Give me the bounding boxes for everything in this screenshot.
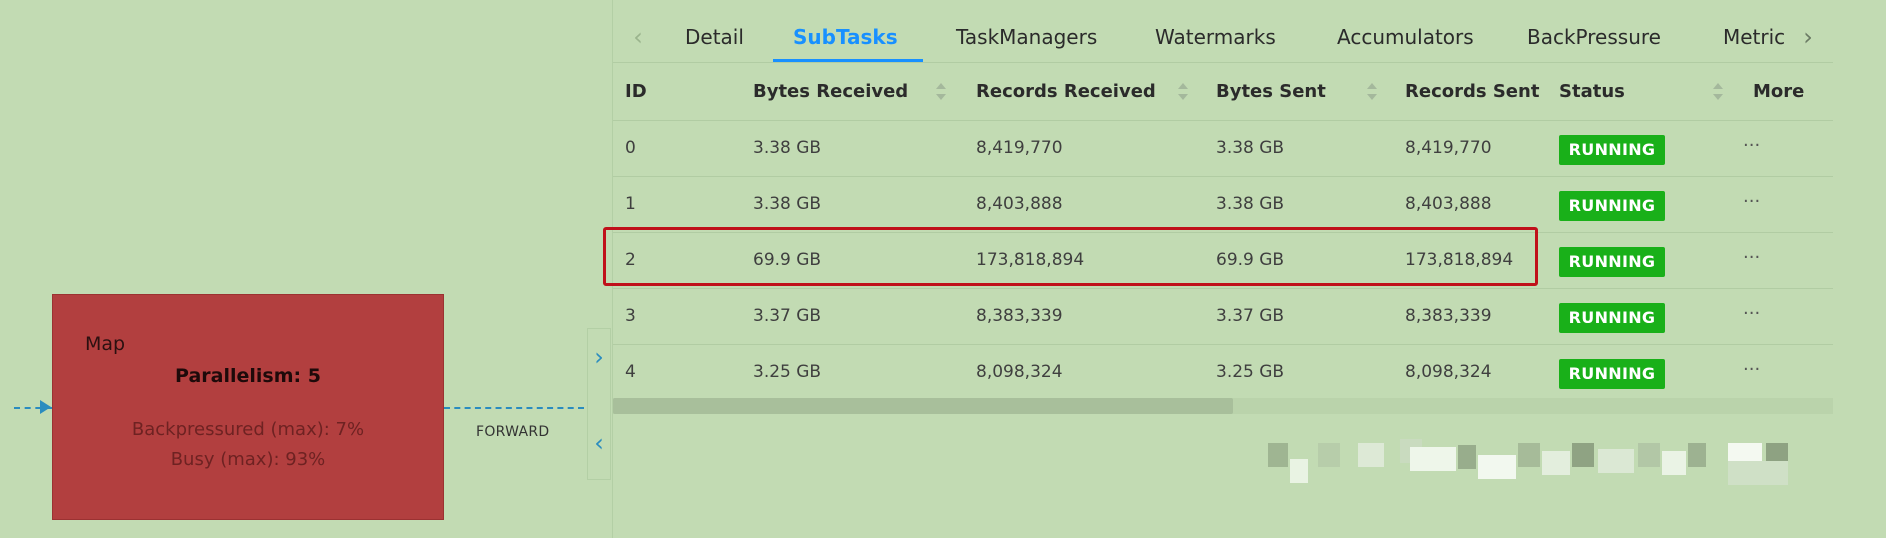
horizontal-scrollbar[interactable]: [613, 398, 1833, 414]
cell-records-received: 8,403,888: [976, 194, 1063, 214]
cell-bytes-sent: 3.37 GB: [1216, 306, 1285, 326]
job-graph-canvas[interactable]: Map Parallelism: 5 Backpressured (max): …: [0, 0, 612, 538]
status-badge: RUNNING: [1559, 359, 1665, 389]
sort-bytes-received-icon[interactable]: [936, 83, 946, 101]
col-bytes-received[interactable]: Bytes Received: [753, 63, 908, 120]
tab-next-icon[interactable]: ›: [1793, 12, 1823, 62]
node-parallelism: Parallelism: 5: [175, 365, 321, 387]
cell-records-received: 8,098,324: [976, 362, 1063, 382]
cell-id: 1: [625, 194, 636, 214]
map-operator-node[interactable]: Map Parallelism: 5 Backpressured (max): …: [52, 294, 444, 520]
tab-metric[interactable]: Metric: [1723, 12, 1785, 62]
more-actions-icon[interactable]: ···: [1743, 289, 1760, 344]
cell-records-sent: 8,383,339: [1405, 306, 1492, 326]
more-actions-icon[interactable]: ···: [1743, 233, 1760, 288]
status-badge: RUNNING: [1559, 303, 1665, 333]
cell-records-received: 8,383,339: [976, 306, 1063, 326]
cell-bytes-sent: 3.25 GB: [1216, 362, 1285, 382]
col-records-sent[interactable]: Records Sent: [1405, 63, 1539, 120]
table-row[interactable]: 1 3.38 GB 8,403,888 3.38 GB 8,403,888 RU…: [613, 177, 1833, 233]
cell-records-received: 173,818,894: [976, 250, 1085, 270]
status-badge: RUNNING: [1559, 247, 1665, 277]
tab-watermarks[interactable]: Watermarks: [1155, 12, 1276, 62]
cell-bytes-received: 3.25 GB: [753, 362, 822, 382]
col-status[interactable]: Status: [1559, 63, 1625, 120]
cell-records-sent: 8,098,324: [1405, 362, 1492, 382]
cell-records-sent: 8,419,770: [1405, 138, 1492, 158]
panel-toggle-strip: › ‹: [587, 328, 611, 480]
cell-bytes-received: 3.37 GB: [753, 306, 822, 326]
incoming-edge-arrow-icon: [40, 400, 51, 414]
cell-bytes-sent: 69.9 GB: [1216, 250, 1285, 270]
table-row[interactable]: 3 3.37 GB 8,383,339 3.37 GB 8,383,339 RU…: [613, 289, 1833, 345]
col-more: More: [1753, 81, 1805, 102]
col-records-received[interactable]: Records Received: [976, 63, 1156, 120]
status-badge: RUNNING: [1559, 191, 1665, 221]
table-row[interactable]: 2 69.9 GB 173,818,894 69.9 GB 173,818,89…: [613, 233, 1833, 289]
sort-status-icon[interactable]: [1713, 83, 1723, 101]
tab-subtasks[interactable]: SubTasks: [793, 12, 898, 62]
collapse-chevron-icon[interactable]: ‹: [588, 425, 610, 461]
more-actions-icon[interactable]: ···: [1743, 121, 1760, 176]
cell-records-received: 8,419,770: [976, 138, 1063, 158]
expand-chevron-icon[interactable]: ›: [588, 339, 610, 375]
cell-id: 0: [625, 138, 636, 158]
more-actions-icon[interactable]: ···: [1743, 177, 1760, 232]
cell-records-sent: 8,403,888: [1405, 194, 1492, 214]
tab-prev-icon[interactable]: ‹: [623, 12, 653, 62]
col-bytes-sent[interactable]: Bytes Sent: [1216, 63, 1326, 120]
tab-accumulators[interactable]: Accumulators: [1337, 12, 1474, 62]
edge-label: FORWARD: [476, 424, 550, 440]
cell-bytes-received: 3.38 GB: [753, 138, 822, 158]
cell-id: 3: [625, 306, 636, 326]
cell-bytes-received: 69.9 GB: [753, 250, 822, 270]
col-id[interactable]: ID: [625, 63, 647, 120]
tab-taskmanagers[interactable]: TaskManagers: [956, 12, 1097, 62]
table-row[interactable]: 4 3.25 GB 8,098,324 3.25 GB 8,098,324 RU…: [613, 345, 1833, 401]
node-title: Map: [85, 333, 126, 355]
cell-bytes-received: 3.38 GB: [753, 194, 822, 214]
cell-id: 2: [625, 250, 636, 270]
status-badge: RUNNING: [1559, 135, 1665, 165]
tab-backpressure[interactable]: BackPressure: [1527, 12, 1661, 62]
cell-bytes-sent: 3.38 GB: [1216, 194, 1285, 214]
scrollbar-thumb[interactable]: [613, 398, 1233, 414]
tab-detail[interactable]: Detail: [685, 12, 744, 62]
sort-bytes-sent-icon[interactable]: [1367, 83, 1377, 101]
outgoing-edge-line: [444, 407, 584, 409]
cell-id: 4: [625, 362, 636, 382]
table-row[interactable]: 0 3.38 GB 8,419,770 3.38 GB 8,419,770 RU…: [613, 121, 1833, 177]
cell-bytes-sent: 3.38 GB: [1216, 138, 1285, 158]
node-busy: Busy (max): 93%: [170, 449, 326, 470]
more-actions-icon[interactable]: ···: [1743, 345, 1760, 400]
cell-records-sent: 173,818,894: [1405, 250, 1514, 270]
node-backpressured: Backpressured (max): 7%: [131, 419, 365, 440]
pixelated-watermark: [1268, 425, 1842, 487]
active-tab-indicator: [773, 59, 923, 62]
sort-records-received-icon[interactable]: [1178, 83, 1188, 101]
subtasks-table: ID Bytes Received Records Received Bytes…: [613, 63, 1833, 401]
tab-bar: ‹ Detail SubTasks TaskManagers Watermark…: [613, 12, 1833, 63]
table-header: ID Bytes Received Records Received Bytes…: [613, 63, 1833, 121]
